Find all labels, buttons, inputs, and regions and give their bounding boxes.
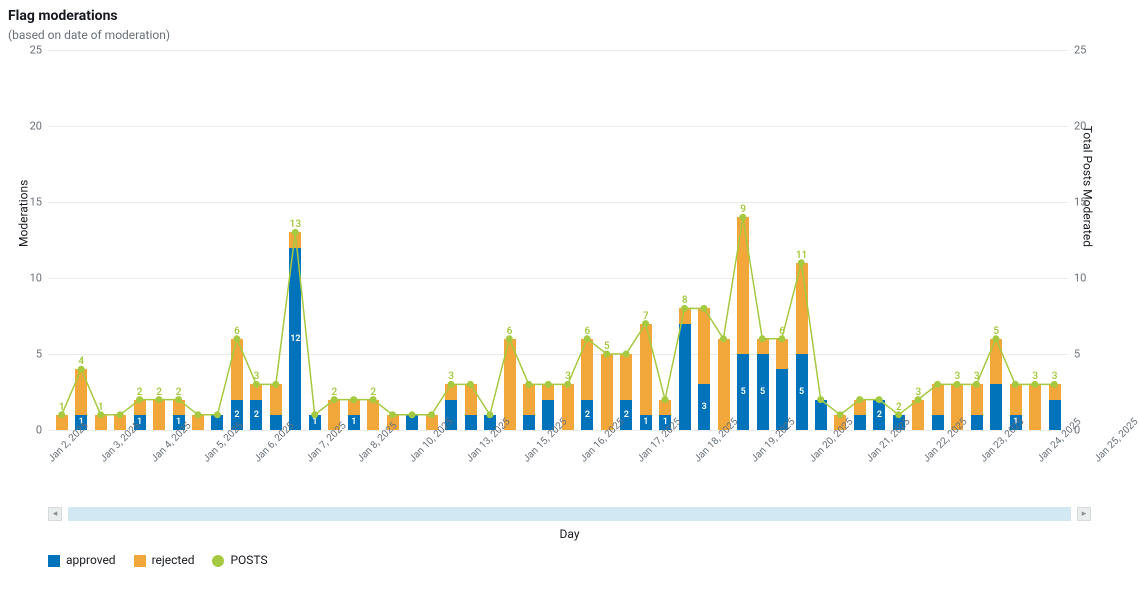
bar-slot: 2 [149,50,168,430]
y-left-axis: Moderations 0510152025 [8,50,48,430]
bar-slot: 5 [987,50,1006,430]
bar-slot: 2 [364,50,383,430]
bar-slot [831,50,850,430]
bar-slot: 3 [694,50,713,430]
x-axis-labels: Jan 2, 2025Jan 3, 2025Jan 4, 2025Jan 5, … [48,430,1091,449]
bar-slot: 1 [656,50,675,430]
bar-slot [461,50,480,430]
bar-slot: 3 [967,50,986,430]
legend-item-approved[interactable]: approved [48,553,116,567]
bar-slot: 1 [344,50,363,430]
bar-slot: 59 [733,50,752,430]
bar-slot: 2 [617,50,636,430]
scroll-right-button[interactable]: ▸ [1077,507,1091,521]
y-right-label: Total Posts Moderated [1080,126,1094,247]
y-right-axis: Total Posts Moderated 0510152025 [1068,50,1108,430]
bar-slot [266,50,285,430]
bar-slot: 2 [325,50,344,430]
bar-slot: 3 [1025,50,1044,430]
bar-slot: 2 [889,50,908,430]
bar-slot: 26 [227,50,246,430]
legend-item-posts[interactable]: POSTS [212,553,267,567]
bar-slot: 12 [130,50,149,430]
legend: approved rejected POSTS [48,553,1131,567]
legend-item-rejected[interactable]: rejected [134,553,195,567]
bar-slot [402,50,421,430]
bar-slot: 3 [948,50,967,430]
bar-slot: 6 [500,50,519,430]
bar-slot: 8 [675,50,694,430]
bar-slot [422,50,441,430]
swatch-rejected-icon [134,555,146,567]
swatch-approved-icon [48,555,60,567]
bar-slot [383,50,402,430]
bar-slot [519,50,538,430]
bar-slot: 1 [1006,50,1025,430]
bar-slot [928,50,947,430]
chart-plot: 1141122122623121312123632652171835956511… [48,50,1068,430]
bar-slot [480,50,499,430]
bars-row: 1141122122623121312123632652171835956511… [48,50,1068,430]
scroll-track[interactable] [68,507,1071,521]
scroll-left-button[interactable]: ◂ [48,507,62,521]
chart-title: Flag moderations [8,8,1131,24]
bar-slot: 1213 [286,50,305,430]
bar-slot: 1 [91,50,110,430]
bar-slot: 2 [870,50,889,430]
bar-slot: 511 [792,50,811,430]
bar-slot [714,50,733,430]
bar-slot: 6 [772,50,791,430]
bar-slot: 3 [558,50,577,430]
bar-slot: 1 [52,50,71,430]
bar-slot: 23 [247,50,266,430]
bar-slot: 26 [578,50,597,430]
swatch-posts-icon [212,555,224,567]
bar-slot: 12 [169,50,188,430]
chart-subtitle: (based on date of moderation) [8,28,1131,42]
bar-slot: 3 [909,50,928,430]
bar-slot: 17 [636,50,655,430]
bar-slot: 5 [597,50,616,430]
bar-slot [188,50,207,430]
bar-slot [110,50,129,430]
bar-slot [850,50,869,430]
bar-slot: 5 [753,50,772,430]
bar-slot [539,50,558,430]
x-axis-title: Day [48,527,1091,541]
bar-slot [208,50,227,430]
bar-slot: 14 [71,50,90,430]
y-left-label: Moderations [17,180,31,247]
bar-slot: 1 [305,50,324,430]
bar-slot [811,50,830,430]
bar-slot: 3 [441,50,460,430]
x-scrollbar[interactable]: ◂ ▸ [48,507,1091,521]
bar-slot: 3 [1045,50,1064,430]
